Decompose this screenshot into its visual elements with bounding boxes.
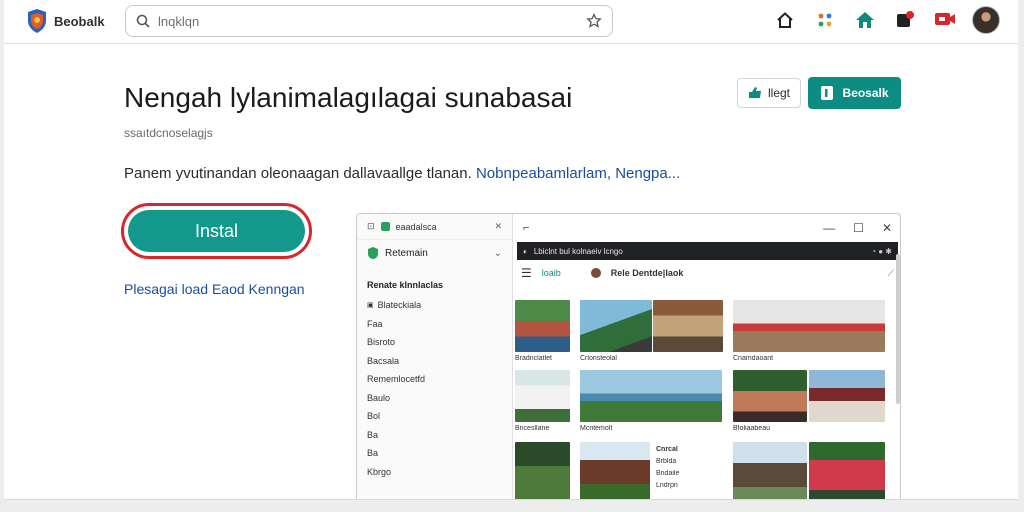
photo-thumb[interactable] xyxy=(733,442,807,499)
edit-icon[interactable]: ⟋ xyxy=(888,268,894,279)
notification-icon[interactable] xyxy=(892,7,918,33)
feedback-label: Beosalk xyxy=(842,86,889,100)
home-icon[interactable] xyxy=(772,7,798,33)
subtitle: ssaıtdcnoselagjs xyxy=(124,126,213,140)
photo-caption: Bfoliaabeau xyxy=(733,425,770,432)
appbar-label: loaib xyxy=(541,268,561,278)
sidebar-item[interactable]: Bisroto xyxy=(367,333,502,352)
photo-caption: Bradnclatlet xyxy=(515,355,552,362)
preview-titlebar: ⌐ — ☐ ✕ xyxy=(513,214,900,242)
scrollbar[interactable] xyxy=(896,254,900,404)
tab-icon: ⊡ xyxy=(367,221,375,231)
star-icon[interactable] xyxy=(586,13,602,29)
top-icons xyxy=(772,6,1000,34)
preview-sidebar-head: Retemain ⌄ xyxy=(357,240,512,266)
app-preview-window: ⊡ eaadalsca ✕ Retemain ⌄ Renate klnnlacl… xyxy=(356,213,901,499)
brand-name: Beobalk xyxy=(54,13,105,29)
save-button[interactable]: llegt xyxy=(737,78,801,108)
sidebar-item[interactable]: Ba xyxy=(367,426,502,445)
photo-thumb[interactable] xyxy=(515,300,570,352)
pin-icon: ⌐ xyxy=(523,222,530,234)
apps-icon[interactable] xyxy=(812,7,838,33)
description-text: Panem yvutinandan oleonaagan dallavaallg… xyxy=(124,165,472,182)
doc-icon: ▣ xyxy=(367,302,374,310)
sidebar-item[interactable]: Rememlocetfd xyxy=(367,370,502,389)
avatar[interactable] xyxy=(972,6,1000,34)
search-bar[interactable] xyxy=(125,5,613,37)
photo-thumb[interactable] xyxy=(580,442,650,499)
photo-thumb[interactable] xyxy=(733,300,885,352)
photo-thumb[interactable] xyxy=(809,442,885,499)
preview-sidebar-tab[interactable]: ⊡ eaadalsca ✕ xyxy=(357,214,512,240)
photo-caption: Bncesllane xyxy=(515,425,550,432)
address-text: Lbiclnt bul kolnaeiv lcngo xyxy=(533,246,623,256)
more-info-link[interactable]: Plesagai load Eaod Kenngan xyxy=(124,281,305,297)
app-logo-icon xyxy=(368,247,378,259)
sidebar-item[interactable]: Baulo xyxy=(367,389,502,408)
photo-thumb[interactable] xyxy=(580,300,652,352)
app-store-page: Beobalk lnqklqn Nengah lylanimalagılagai… xyxy=(4,0,1018,500)
tab-app-icon xyxy=(380,222,390,231)
photo-caption: Brblda xyxy=(656,458,677,465)
sidebar-item[interactable]: Bol xyxy=(367,407,502,426)
minimize-icon[interactable]: — xyxy=(823,221,835,235)
top-bar: Beobalk xyxy=(4,0,1018,44)
photo-thumb[interactable] xyxy=(653,300,723,352)
brand[interactable]: Beobalk xyxy=(26,8,105,34)
search-icon xyxy=(136,14,150,28)
sidebar-section-title: Renate klnnlaclas xyxy=(367,280,444,290)
description-link[interactable]: Nobnpeabamlarlam, Nengpa... xyxy=(476,165,680,182)
nav-icon: ◐ xyxy=(523,246,528,256)
photo-thumb[interactable] xyxy=(515,442,570,499)
appbar-title: Rele Dentde|laok xyxy=(610,268,684,278)
menu-icon[interactable]: ☰ xyxy=(521,266,532,280)
photo-caption: Lndrpn xyxy=(656,482,678,489)
sidebar-list: ▣ Blateckiala Faa Bisroto Bacsala Rememlo… xyxy=(357,290,512,481)
photo-caption: Cnamdaoant xyxy=(733,355,774,362)
preview-sidebar: ⊡ eaadalsca ✕ Retemain ⌄ Renate klnnlacl… xyxy=(357,214,513,499)
close-icon[interactable]: ✕ xyxy=(494,221,502,232)
sidebar-item[interactable]: Bacsala xyxy=(367,352,502,371)
photo-caption: Mcntemolt xyxy=(580,425,613,432)
tools-icons: ◔ ● ✱ xyxy=(871,246,892,256)
photo-caption: Cnrcal xyxy=(656,446,678,453)
window-controls: — ☐ ✕ xyxy=(823,221,892,235)
photo-thumb[interactable] xyxy=(733,370,807,422)
photo-thumb[interactable] xyxy=(809,370,885,422)
sidebar-item[interactable]: Ba xyxy=(367,444,502,463)
shield-logo-icon xyxy=(28,9,46,33)
screen-icon[interactable] xyxy=(932,7,958,33)
sidebar-head-label: Retemain xyxy=(385,247,428,259)
preview-address-bar[interactable]: ◐ Lbiclnt bul kolnaeiv lcngo ◔ ● ✱ xyxy=(517,242,898,260)
install-button[interactable]: Instal xyxy=(128,210,305,252)
house-icon[interactable] xyxy=(852,7,878,33)
page-title: Nengah lylanimalagılagai sunabasai xyxy=(124,82,573,113)
sidebar-item[interactable]: Kbrgo xyxy=(367,463,502,482)
book-icon xyxy=(821,86,834,100)
chevron-down-icon[interactable]: ⌄ xyxy=(494,248,502,259)
appbar-avatar xyxy=(590,268,601,278)
maximize-icon[interactable]: ☐ xyxy=(853,221,864,235)
photo-thumb[interactable] xyxy=(580,370,722,422)
feedback-button[interactable]: Beosalk xyxy=(808,77,901,109)
bookmark-icon xyxy=(748,87,761,98)
preview-app-bar: ☰ loaib Rele Dentde|laok ⟋ xyxy=(513,260,900,286)
photo-thumb[interactable] xyxy=(515,370,570,422)
search-input[interactable] xyxy=(158,13,578,29)
sidebar-item[interactable]: ▣ Blateckiala xyxy=(367,296,502,315)
save-label: llegt xyxy=(767,86,790,100)
preview-browser: ⌐ — ☐ ✕ ◐ Lbiclnt bul kolnaeiv lcngo ◔ ●… xyxy=(513,214,900,499)
close-window-icon[interactable]: ✕ xyxy=(882,221,892,235)
photo-caption: Crlonsteolal xyxy=(580,355,617,362)
photo-caption: Bndaile xyxy=(656,470,680,477)
sidebar-item[interactable]: Faa xyxy=(367,315,502,334)
tab-label: eaadalsca xyxy=(395,221,437,232)
description: Panem yvutinandan oleonaagan dallavaallg… xyxy=(124,165,680,182)
